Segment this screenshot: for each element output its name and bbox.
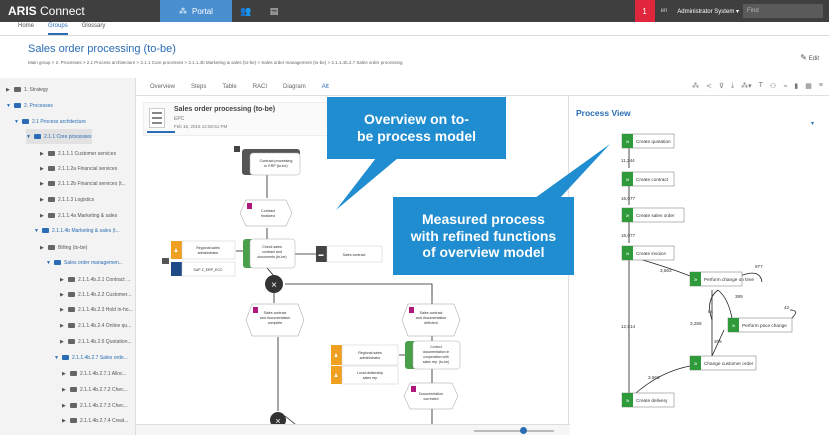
callout-1-line1: Overview on to- [363, 111, 469, 128]
zoom-slider-handle[interactable] [520, 427, 527, 434]
org3-line1: Local dealership [357, 371, 383, 375]
pv-step-label: Create contract [636, 177, 669, 182]
epc-function-contract-processing[interactable]: Contract processing in ERP (to-be) [234, 146, 301, 176]
doc1-label: Sales contract [343, 253, 366, 257]
pv-step[interactable]: » Create invoice [621, 245, 675, 261]
epc-xor-connector[interactable]: × [265, 275, 283, 293]
f3-line4: sales rep. (to-be) [423, 360, 449, 364]
callout-overview: Overview on to-be process model [327, 97, 506, 159]
org1-line2: administrator [198, 251, 220, 255]
count-2: 16,077 [621, 196, 635, 201]
org2-line2: administrator [360, 356, 382, 360]
pv-step[interactable]: » Create delivery [621, 392, 675, 408]
epc-org-regional-sales-admin-2[interactable]: ♟ Regional sales administrator [331, 344, 399, 366]
f3-line3: cooperation with [423, 355, 449, 359]
pv-step-label: Change customer order [704, 361, 754, 366]
org1-line1: Regional sales [196, 246, 220, 250]
e2-line3: complete [268, 321, 283, 325]
pv-counts: 11,244 16,077 16,077 3,563 977 389 42 84… [621, 158, 790, 380]
pv-step-label: Create invoice [636, 251, 666, 256]
epc-event-contract-complete[interactable]: Sales contract and documentation complet… [245, 303, 305, 337]
count-6: 389 [735, 294, 743, 299]
pv-step-label: Perform price change [742, 323, 787, 328]
callout-2-line2: with refined functions [410, 227, 557, 244]
pv-step[interactable]: » Perform price change [727, 317, 793, 333]
count-9: 3,258 [690, 321, 702, 326]
count-7: 42 [784, 305, 790, 310]
f2-line3: documents (to-be) [257, 255, 286, 259]
count-3: 16,077 [621, 233, 635, 238]
epc-system-sap[interactable]: SAP Z_ERP_ECC [162, 258, 236, 277]
callout-2-line1: Measured process [422, 210, 545, 227]
count-11: 12,514 [621, 324, 635, 329]
epc-event-documentation-corrected[interactable]: Documentation corrected [403, 382, 459, 410]
pv-step[interactable]: » Create quotation [621, 133, 675, 149]
e2-line1: Sales contract [264, 311, 287, 315]
epc-event-contract-finalized[interactable]: Contract finalized [239, 199, 293, 227]
e1-line1: Contract [261, 209, 275, 213]
org2-line1: Regional sales [358, 351, 382, 355]
pv-step-label: Create quotation [636, 139, 671, 144]
epc-function-correct-documentation[interactable]: Correct documentation in cooperation wit… [405, 340, 461, 370]
epc-function-check-sales-contract[interactable]: Check sales contract and documents (to-b… [243, 238, 296, 269]
pv-step-label: Create delivery [636, 398, 668, 403]
epc-org-regional-sales-admin[interactable]: ♟ Regional sales administrator [171, 240, 236, 260]
f3-line2: documentation in [423, 350, 450, 354]
svg-text:▬: ▬ [319, 252, 324, 258]
callout-measured-process: Measured process with refined functions of… [393, 197, 574, 275]
f1-line1: Contract processing [260, 159, 293, 163]
e2-line2: and documentation [260, 316, 291, 320]
svg-text:♟: ♟ [174, 248, 178, 254]
f2-line2: contract and [262, 250, 282, 254]
e4-line2: corrected [424, 397, 439, 401]
e1-line2: finalized [261, 214, 275, 218]
org3-line2: sales rep [363, 376, 378, 380]
sys1-label: SAP Z_ERP_ECC [193, 268, 223, 272]
f2-line1: Check sales [262, 245, 282, 249]
count-10: 305 [714, 339, 722, 344]
pv-step-label: Perform change on time [704, 277, 754, 282]
count-12: 3,563 [648, 375, 660, 380]
zoom-slider[interactable] [474, 430, 554, 432]
pv-step[interactable]: » Create contract [621, 171, 675, 187]
process-view-title: Process View [576, 108, 631, 118]
count-1: 11,244 [621, 158, 635, 163]
pv-step[interactable]: » Create sales order [621, 207, 685, 223]
count-5: 977 [755, 264, 763, 269]
e3-line3: deficient [424, 321, 437, 325]
pv-step-label: Create sales order [636, 213, 675, 218]
svg-text:♟: ♟ [334, 373, 338, 379]
f3-line1: Correct [430, 345, 442, 349]
e3-line1: Sales contract [420, 311, 443, 315]
svg-text:♟: ♟ [334, 353, 338, 359]
f1-line2: in ERP (to-be) [264, 164, 287, 168]
count-8: 84 [708, 309, 714, 314]
epc-org-local-dealership[interactable]: ♟ Local dealership sales rep [331, 365, 399, 385]
callout-1-line2: be process model [356, 128, 477, 144]
pv-step[interactable]: » Change customer order [689, 355, 757, 371]
epc-event-contract-deficient[interactable]: Sales contract and documentation deficie… [401, 303, 461, 337]
e3-line2: and documentation [416, 316, 447, 320]
svg-text:×: × [271, 280, 277, 291]
epc-document-sales-contract[interactable]: ▬ Sales contract [316, 245, 383, 263]
count-4: 3,563 [660, 268, 672, 273]
callout-2-pointer [535, 144, 610, 198]
callout-2-line3: of overview model [422, 244, 545, 261]
chevron-down-icon[interactable]: ▾ [811, 120, 814, 127]
e4-line1: Documentation [419, 392, 443, 396]
callout-1-pointer [336, 158, 398, 210]
